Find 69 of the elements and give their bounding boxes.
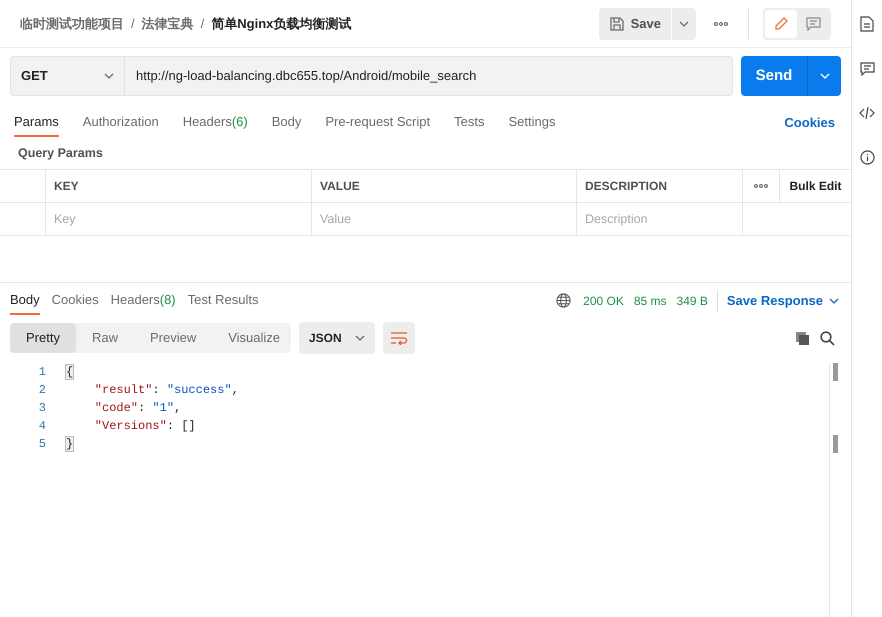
code-icon[interactable] [859, 106, 875, 120]
tab[interactable]: Body [10, 286, 40, 314]
send-dropdown-button[interactable] [807, 56, 841, 96]
comment-icon[interactable] [860, 62, 874, 76]
cookies-link[interactable]: Cookies [784, 113, 837, 133]
wrap-button[interactable] [383, 322, 415, 354]
save-response-button[interactable]: Save Response [726, 290, 841, 310]
line-number: 4 [38, 418, 47, 435]
tab[interactable]: Headers(6) [182, 109, 248, 137]
comment-icon [806, 16, 820, 30]
breadcrumb-separator: / [131, 14, 135, 33]
status-code: 200 OK [583, 292, 624, 310]
copy-icon[interactable] [795, 330, 810, 346]
wrap-lines-icon [390, 331, 408, 345]
code-line: "Versions": [] [94, 418, 196, 435]
line-number: 3 [38, 400, 47, 417]
line-number: 2 [38, 382, 47, 399]
response-size: 349 B [676, 292, 708, 310]
view-mode-tab[interactable]: Pretty [10, 323, 76, 353]
line-number: 1 [38, 364, 47, 381]
line-number: 5 [38, 436, 47, 453]
edit-button[interactable] [765, 10, 797, 38]
search-icon[interactable] [820, 330, 835, 346]
view-mode-tab[interactable]: Raw [76, 323, 134, 353]
breadcrumb-separator: / [200, 14, 204, 33]
tab[interactable]: Authorization [82, 109, 159, 137]
format-dropdown[interactable]: JSON [299, 322, 375, 354]
column-header: DESCRIPTION [585, 178, 668, 195]
info-icon[interactable] [860, 150, 874, 165]
view-mode-tab[interactable]: Visualize [212, 323, 296, 353]
tab[interactable]: Pre-request Script [325, 109, 430, 137]
code-line: "code": "1", [94, 400, 182, 417]
scrollbar-thumb[interactable] [833, 435, 838, 453]
save-button[interactable]: Save [598, 8, 671, 40]
caret-icon [829, 298, 839, 304]
value-field[interactable]: Value [312, 203, 576, 235]
column-header: KEY [54, 178, 79, 195]
tab[interactable]: Test Results [188, 286, 258, 314]
section-title: Query Params [17, 145, 104, 162]
pencil-icon [774, 16, 788, 31]
caret-icon [104, 73, 114, 79]
tab[interactable]: Cookies [52, 286, 99, 314]
more-icon[interactable] [754, 184, 768, 188]
tab[interactable]: Tests [454, 109, 484, 137]
code-line: "result": "success", [94, 382, 239, 399]
method-dropdown[interactable]: GET [10, 56, 125, 96]
tab[interactable]: Headers(8) [110, 286, 176, 314]
tab[interactable]: Body [272, 109, 302, 137]
breadcrumb-link[interactable]: 临时测试功能项目 [20, 14, 124, 34]
send-button[interactable]: Send [741, 56, 807, 96]
globe-icon [556, 293, 572, 308]
document-icon[interactable] [860, 16, 874, 32]
caret-icon [820, 73, 830, 79]
bulk-edit-button[interactable]: Bulk Edit [789, 177, 842, 195]
scrollbar-thumb[interactable] [833, 363, 838, 381]
key-field[interactable]: Key [46, 203, 311, 235]
view-mode-tab[interactable]: Preview [134, 323, 212, 353]
url-field[interactable]: http://ng-load-balancing.dbc655.top/Android/mobile_search [125, 56, 733, 96]
save-icon [608, 16, 625, 32]
tab[interactable]: Settings [508, 109, 556, 137]
tab[interactable]: Params [14, 109, 59, 137]
column-header: VALUE [320, 178, 360, 195]
response-time: 85 ms [634, 292, 667, 310]
caret-icon [355, 335, 365, 341]
breadcrumb-link[interactable]: 法律宝典 [142, 14, 194, 34]
description-field[interactable]: Description [577, 203, 742, 235]
more-icon [714, 22, 728, 26]
breadcrumb-current[interactable]: 简单Nginx负载均衡测试 [211, 14, 352, 34]
caret-icon [679, 20, 689, 26]
